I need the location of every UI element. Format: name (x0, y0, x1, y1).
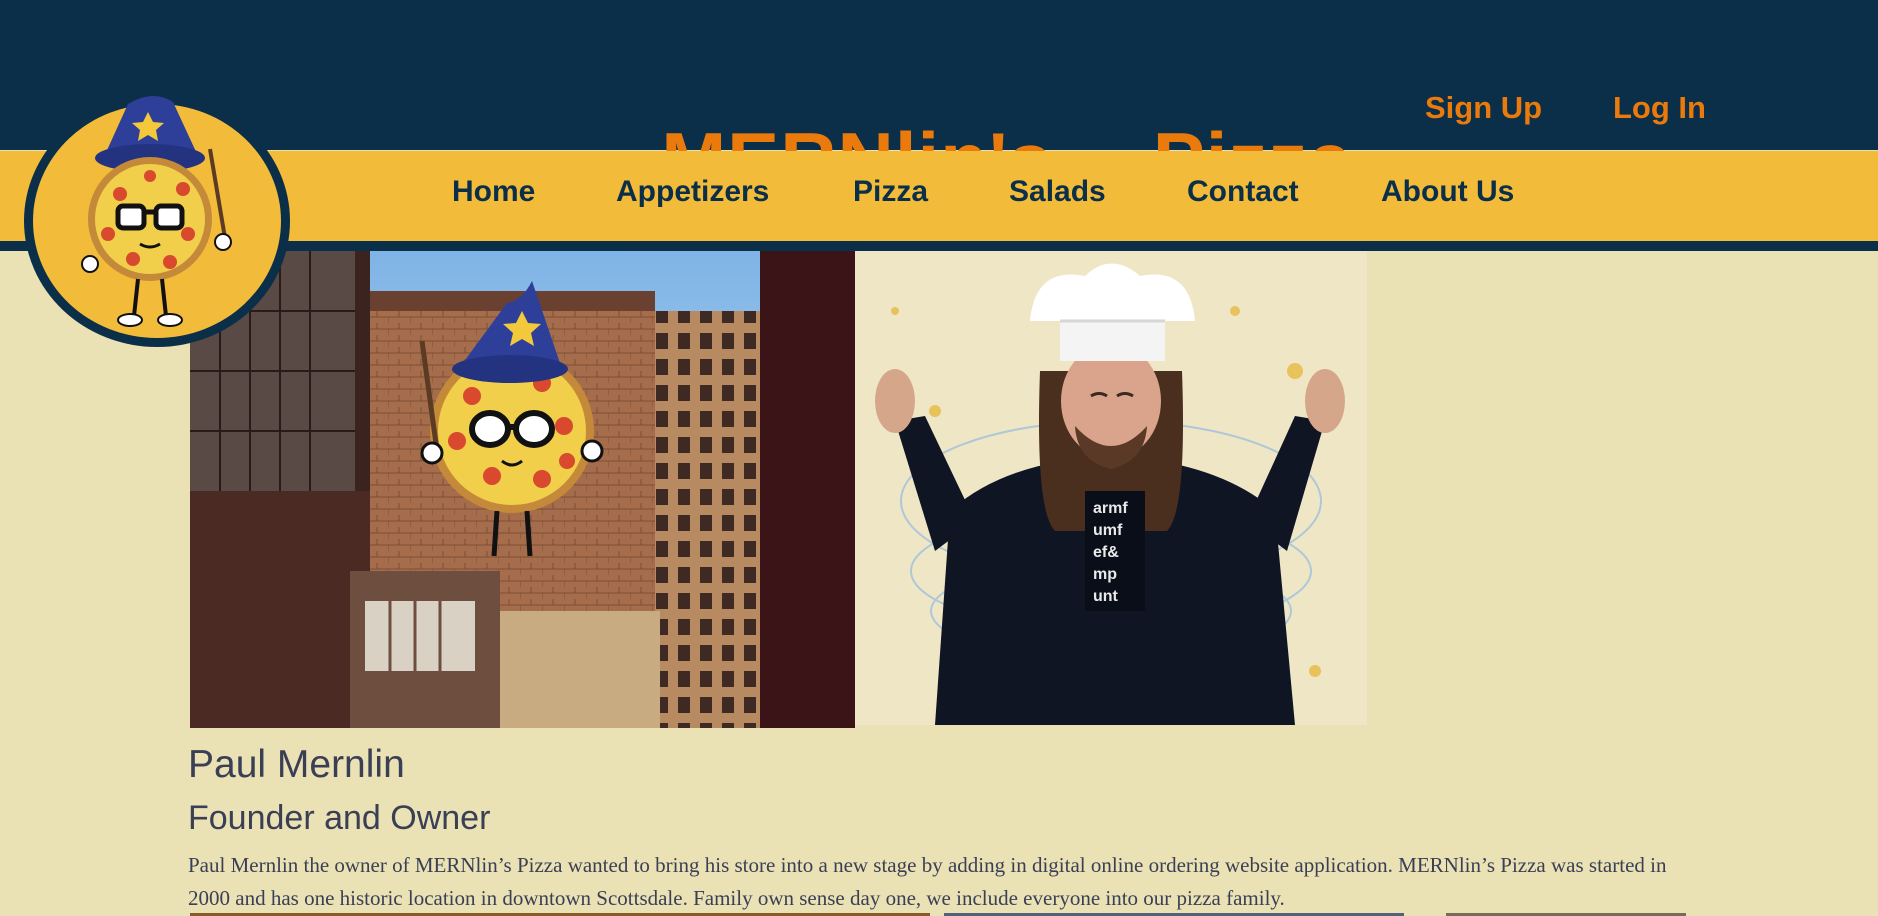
mascot-logo[interactable] (24, 95, 290, 347)
nav-item-contact[interactable]: Contact (1187, 175, 1299, 209)
mural-image (190, 251, 855, 728)
svg-text:mp: mp (1093, 566, 1117, 583)
svg-text:umf: umf (1093, 522, 1123, 539)
header-bar: MERNlin'sPizza Sign Up Log In (0, 0, 1878, 204)
owner-role: Founder and Owner (188, 799, 491, 837)
owner-bio: Paul Mernlin the owner of MERNlin’s Pizz… (188, 853, 1667, 910)
nav-item-salads[interactable]: Salads (1009, 175, 1106, 209)
wizard-pizza-mural-photo (190, 251, 855, 728)
svg-text:armf: armf (1093, 500, 1128, 517)
svg-text:ef&: ef& (1093, 544, 1119, 561)
nav-item-home[interactable]: Home (452, 175, 535, 209)
nav-item-about-us[interactable]: About Us (1381, 175, 1514, 209)
owner-name: Paul Mernlin (188, 743, 405, 786)
wizard-pizza-mascot-icon (81, 95, 232, 327)
nav-item-pizza[interactable]: Pizza (853, 175, 928, 209)
chef-wizard-photo: armf umf ef&mp unt (855, 251, 1367, 725)
page: MERNlin'sPizza Sign Up Log In Home Appet… (0, 0, 1878, 916)
svg-text:unt: unt (1093, 588, 1119, 605)
log-in-link[interactable]: Log In (1613, 90, 1706, 126)
sign-up-link[interactable]: Sign Up (1425, 90, 1542, 126)
nav-item-appetizers[interactable]: Appetizers (616, 175, 769, 209)
chef-image: armf umf ef& mp unt (855, 251, 1367, 725)
